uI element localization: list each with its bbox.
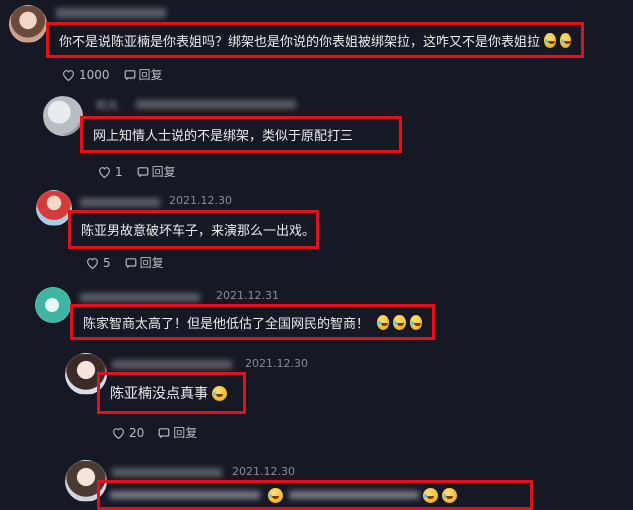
heart-icon xyxy=(113,427,124,439)
reply-icon xyxy=(125,257,137,268)
like-count: 20 xyxy=(129,425,145,440)
reply-label: 回复 xyxy=(139,256,164,270)
like-count: 1000 xyxy=(79,67,110,82)
heart-icon xyxy=(87,257,98,269)
comment-date: 2021.12.31 xyxy=(216,289,279,302)
reply-icon xyxy=(158,427,170,438)
laughing-crying-emoji xyxy=(409,314,422,330)
reply-button[interactable]: 回复 xyxy=(117,254,164,271)
comment-text: 陈亚楠没点真事 xyxy=(110,386,208,402)
highlight-box: 网上知情人士说的不是绑架，类似于原配打三 xyxy=(80,116,402,153)
avatar[interactable] xyxy=(36,190,72,226)
reply-icon xyxy=(137,166,149,177)
highlight-box: 陈家智商太高了！但是他低估了全国网民的智商！ xyxy=(70,304,435,340)
heart-icon xyxy=(63,69,74,81)
comment-actions: 1 回复 xyxy=(98,163,176,180)
laughing-crying-emoji xyxy=(212,385,227,401)
comment-date: 2021.12.30 xyxy=(232,465,295,478)
laughing-crying-emoji xyxy=(268,487,283,503)
comment-actions: 5 回复 xyxy=(86,254,164,271)
reply-label: 回复 xyxy=(173,426,198,440)
avatar[interactable] xyxy=(9,5,47,43)
username-redacted xyxy=(80,293,200,302)
highlight-box xyxy=(97,480,533,510)
comment-text-redacted xyxy=(110,491,260,499)
heart-icon xyxy=(99,166,110,178)
comment-text-redacted xyxy=(289,491,419,499)
highlight-box: 陈亚楠没点真事 xyxy=(97,372,246,414)
username-redacted xyxy=(80,198,160,207)
comment-text: 陈亚男故意破坏车子，来演那么一出戏。 xyxy=(81,224,316,239)
laughing-crying-emoji xyxy=(544,32,556,48)
reply-button[interactable]: 回复 xyxy=(116,66,163,83)
laughing-crying-emoji xyxy=(559,32,571,48)
like-count: 5 xyxy=(103,255,111,270)
reply-label: 回复 xyxy=(151,165,176,179)
username-redacted xyxy=(112,360,232,369)
avatar[interactable] xyxy=(43,96,83,136)
comment-actions: 20 回复 xyxy=(112,424,197,441)
highlight-box: 陈亚男故意破坏车子，来演那么一出戏。 xyxy=(68,210,319,249)
reply-button[interactable]: 回复 xyxy=(150,424,197,441)
reply-label: 回复 xyxy=(138,68,163,82)
like-button[interactable]: 5 xyxy=(86,256,111,270)
reply-button[interactable]: 回复 xyxy=(129,163,176,180)
highlight-box: 你不是说陈亚楠是你表姐吗？绑架也是你说的你表姐被绑架拉，这咋又不是你表姐拉 xyxy=(46,22,584,58)
avatar-inner xyxy=(45,298,59,312)
comment-text: 网上知情人士说的不是绑架，类似于原配打三 xyxy=(93,129,354,144)
laughing-crying-emoji xyxy=(393,314,406,330)
laughing-crying-emoji xyxy=(442,487,457,503)
username-redacted xyxy=(56,8,166,18)
like-button[interactable]: 1 xyxy=(98,165,123,179)
comment-text: 你不是说陈亚楠是你表姐吗？绑架也是你说的你表姐被绑架拉，这咋又不是你表姐拉 xyxy=(59,34,541,50)
laughing-crying-emoji xyxy=(377,314,390,330)
like-button[interactable]: 20 xyxy=(112,426,144,440)
avatar[interactable] xyxy=(35,287,71,323)
comment-date: 2021.12.30 xyxy=(169,194,232,207)
comment-date: 2021.12.30 xyxy=(245,357,308,370)
comment-actions: 1000 回复 xyxy=(62,66,163,83)
username-redacted xyxy=(136,100,296,109)
comment-text: 陈家智商太高了！但是他低估了全国网民的智商！ xyxy=(83,316,370,332)
like-button[interactable]: 1000 xyxy=(62,68,110,82)
reply-icon xyxy=(124,69,135,80)
username[interactable]: 阳光 xyxy=(96,97,118,113)
laughing-crying-emoji xyxy=(423,487,438,503)
username-redacted xyxy=(112,468,222,477)
like-count: 1 xyxy=(115,164,123,179)
